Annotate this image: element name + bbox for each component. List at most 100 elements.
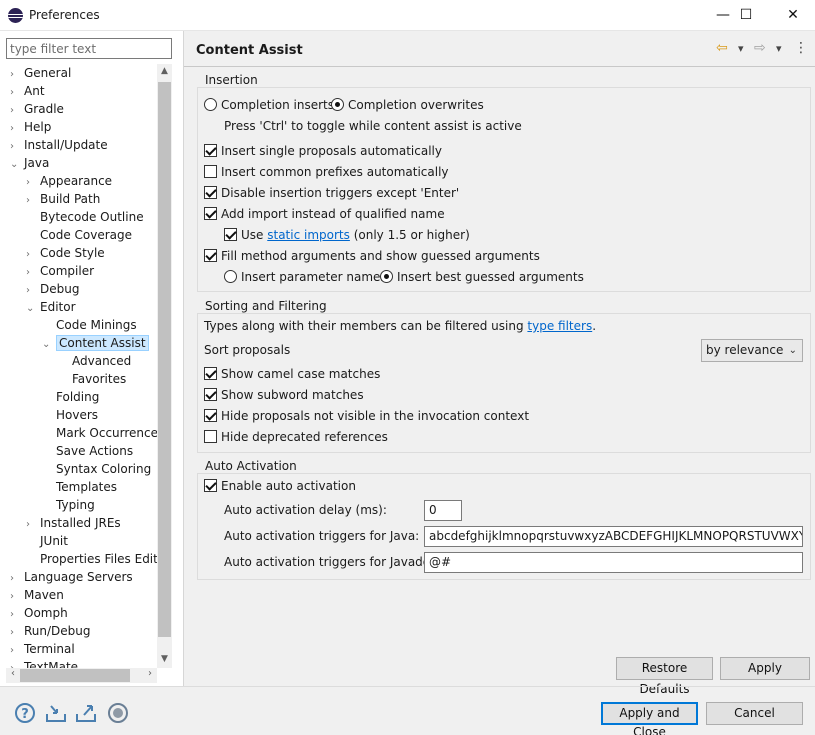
tree-item[interactable]: › Oomph — [10, 604, 68, 622]
fill-method-checkbox[interactable]: Fill method arguments and show guessed a… — [204, 247, 540, 265]
scroll-down-icon[interactable]: ▼ — [157, 654, 172, 664]
insert-prefixes-checkbox[interactable]: Insert common prefixes automatically — [204, 163, 449, 181]
tree-item[interactable]: › General — [10, 64, 71, 82]
camel-case-label: Show camel case matches — [221, 367, 381, 381]
tree-item[interactable]: › Run/Debug — [10, 622, 91, 640]
title-bar: Preferences — ☐ ✕ — [0, 0, 815, 31]
hide-deprecated-checkbox[interactable]: Hide deprecated references — [204, 428, 388, 446]
camel-case-checkbox[interactable]: Show camel case matches — [204, 365, 380, 383]
scroll-up-icon[interactable]: ▲ — [157, 66, 172, 76]
tree-item-label: Oomph — [24, 606, 68, 620]
tree-item[interactable]: › Installed JREs — [26, 514, 121, 532]
tree-item[interactable]: Properties Files Editor — [26, 550, 157, 568]
disable-triggers-checkbox[interactable]: Disable insertion triggers except 'Enter… — [204, 184, 459, 202]
tree-item[interactable]: › Language Servers — [10, 568, 133, 586]
view-menu-icon[interactable]: ⋮ — [794, 40, 808, 56]
tree-item[interactable]: ›TextMate — [10, 658, 78, 668]
tree-vertical-scrollbar[interactable]: ▲ ▼ — [157, 64, 172, 668]
java-triggers-input[interactable]: abcdefghijklmnopqrstuvwxyzABCDEFGHIJKLMN… — [424, 526, 803, 547]
subword-checkbox[interactable]: Show subword matches — [204, 386, 364, 404]
tree-item[interactable]: ⌄ Editor — [26, 298, 76, 316]
tree-item[interactable]: ⌄ Content Assist — [42, 334, 149, 352]
tree-item[interactable]: Templates — [42, 478, 117, 496]
tree-item[interactable]: Mark Occurrences — [42, 424, 157, 442]
back-arrow-icon[interactable]: ⇦ — [716, 40, 728, 56]
svg-text:?: ? — [21, 707, 29, 722]
cancel-button[interactable]: Cancel — [706, 702, 803, 725]
insert-single-checkbox[interactable]: Insert single proposals automatically — [204, 142, 442, 160]
forward-dropdown-icon[interactable]: ▾ — [776, 42, 782, 55]
tree-item-label: Debug — [40, 282, 80, 296]
completion-inserts-label: Completion inserts — [221, 98, 335, 112]
tree-item[interactable]: Advanced — [58, 352, 131, 370]
hide-not-visible-checkbox[interactable]: Hide proposals not visible in the invoca… — [204, 407, 529, 425]
add-import-checkbox[interactable]: Add import instead of qualified name — [204, 205, 445, 223]
insert-param-names-radio[interactable]: Insert parameter names — [224, 268, 387, 286]
tree-item[interactable]: JUnit — [26, 532, 68, 550]
static-imports-link[interactable]: static imports — [267, 228, 350, 242]
tree-item[interactable]: ⌄ Java — [10, 154, 49, 172]
tree-item[interactable]: › Terminal — [10, 640, 75, 658]
tree-item[interactable]: Code Minings — [42, 316, 137, 334]
window-title: Preferences — [29, 8, 100, 22]
help-icon[interactable]: ? — [14, 702, 36, 724]
preference-tree: › General › Ant › Gradle › Help › Install/Update ⌄… — [0, 64, 157, 668]
insertion-group-title: Insertion — [202, 73, 261, 87]
tree-item[interactable]: › Install/Update — [10, 136, 108, 154]
completion-inserts-radio[interactable]: Completion inserts — [204, 96, 334, 114]
expanded-chevron-icon[interactable]: ⌄ — [42, 336, 56, 354]
collapsed-chevron-icon[interactable]: › — [10, 660, 24, 668]
tree-item[interactable]: Typing — [42, 496, 95, 514]
javadoc-triggers-input[interactable]: @# — [424, 552, 803, 573]
tree-horizontal-scrollbar[interactable]: ‹ › — [6, 668, 157, 683]
tree-item-label: Terminal — [24, 642, 75, 656]
tree-item[interactable]: Code Coverage — [26, 226, 132, 244]
apply-button[interactable]: Apply — [720, 657, 810, 680]
tree-item-label: Content Assist — [56, 335, 149, 351]
tree-item-label: Appearance — [40, 174, 113, 188]
maximize-button[interactable]: ☐ — [723, 0, 769, 31]
tree-item[interactable]: › Debug — [26, 280, 79, 298]
tree-item[interactable]: Favorites — [58, 370, 126, 388]
tree-item[interactable]: Save Actions — [42, 442, 133, 460]
fill-method-label: Fill method arguments and show guessed a… — [221, 249, 540, 263]
tree-item[interactable]: › Code Style — [26, 244, 105, 262]
scroll-thumb[interactable] — [158, 82, 171, 637]
delay-input[interactable]: 0 — [424, 500, 462, 521]
close-button[interactable]: ✕ — [770, 0, 815, 31]
delay-label: Auto activation delay (ms): — [224, 503, 387, 517]
tree-item-label: Maven — [24, 588, 64, 602]
forward-arrow-icon[interactable]: ⇨ — [754, 40, 766, 56]
insert-best-guessed-radio[interactable]: Insert best guessed arguments — [380, 268, 584, 286]
scroll-left-icon[interactable]: ‹ — [6, 668, 20, 679]
sort-proposals-select[interactable]: by relevance ⌄ — [701, 339, 803, 362]
expanded-chevron-icon[interactable]: ⌄ — [26, 300, 40, 318]
tree-item[interactable]: › Maven — [10, 586, 64, 604]
completion-overwrites-radio[interactable]: Completion overwrites — [331, 96, 484, 114]
back-dropdown-icon[interactable]: ▾ — [738, 42, 744, 55]
filter-input[interactable] — [6, 38, 172, 59]
record-icon[interactable] — [107, 702, 129, 724]
enable-auto-activation-checkbox[interactable]: Enable auto activation — [204, 477, 356, 495]
tree-item[interactable]: Hovers — [42, 406, 98, 424]
tree-item[interactable]: › Help — [10, 118, 51, 136]
scroll-right-icon[interactable]: › — [143, 668, 157, 679]
tree-item[interactable]: › Compiler — [26, 262, 94, 280]
import-icon[interactable] — [45, 702, 67, 724]
tree-item[interactable]: › Ant — [10, 82, 45, 100]
type-filters-link[interactable]: type filters — [527, 319, 592, 333]
export-icon[interactable] — [75, 702, 97, 724]
expanded-chevron-icon[interactable]: ⌄ — [10, 156, 24, 174]
radio-icon — [224, 270, 237, 283]
restore-defaults-button[interactable]: Restore Defaults — [616, 657, 713, 696]
tree-item[interactable]: Folding — [42, 388, 99, 406]
apply-and-close-button[interactable]: Apply and Close — [601, 702, 698, 735]
tree-item[interactable]: › Build Path — [26, 190, 100, 208]
tree-item[interactable]: Syntax Coloring — [42, 460, 151, 478]
tree-item[interactable]: Bytecode Outline — [26, 208, 144, 226]
panel-splitter[interactable] — [183, 31, 184, 686]
use-static-imports-checkbox[interactable]: Use static imports (only 1.5 or higher) — [224, 226, 470, 244]
hscroll-thumb[interactable] — [20, 669, 130, 682]
tree-item[interactable]: › Appearance — [26, 172, 112, 190]
tree-item[interactable]: › Gradle — [10, 100, 64, 118]
